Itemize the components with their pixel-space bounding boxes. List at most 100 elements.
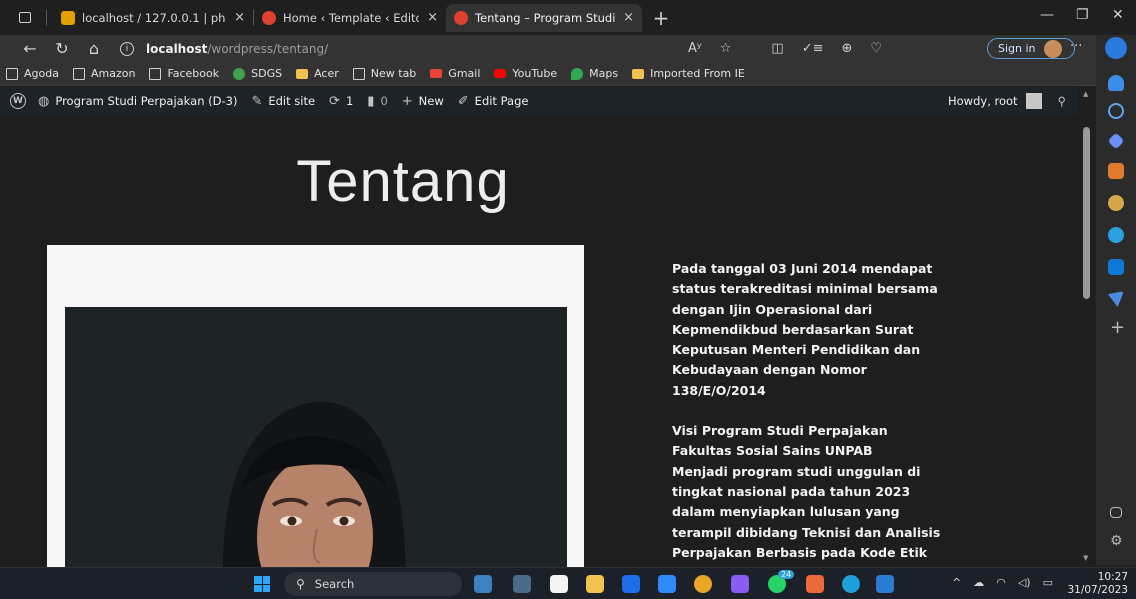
- tab-tentang[interactable]: Tentang – Program Studi Perpaja ×: [446, 3, 642, 32]
- tools-icon[interactable]: [1108, 163, 1124, 179]
- youtube-icon: [494, 69, 507, 78]
- bookmark-youtube[interactable]: YouTube: [494, 67, 557, 80]
- wordpress-logo-icon[interactable]: W: [10, 93, 26, 109]
- updates-icon: ⟳: [329, 93, 340, 109]
- office-app-icon[interactable]: [806, 575, 824, 593]
- photos-app-icon[interactable]: [474, 575, 492, 593]
- word-app-icon[interactable]: [876, 575, 894, 593]
- edit-site-link[interactable]: ✎ Edit site: [251, 94, 315, 109]
- bookmark-acer[interactable]: Acer: [296, 67, 339, 80]
- more-options-button[interactable]: ···: [1070, 39, 1082, 54]
- wifi-icon[interactable]: ◠: [996, 576, 1006, 589]
- scrollbar-thumb[interactable]: [1083, 127, 1090, 299]
- split-screen-icon[interactable]: ◫: [771, 41, 783, 56]
- clipchamp-app-icon[interactable]: [731, 575, 749, 593]
- search-icon[interactable]: ⚲: [1058, 94, 1066, 108]
- tab-title: Tentang – Program Studi Perpaja: [475, 10, 616, 25]
- bookmarks-bar: Agoda Amazon Facebook SDGS Acer New tab …: [0, 62, 1096, 86]
- bookmark-imported-from-ie[interactable]: Imported From IE: [632, 67, 745, 80]
- notifications-icon[interactable]: [1108, 75, 1124, 91]
- site-name-link[interactable]: ◍ Program Studi Perpajakan (D-3): [38, 94, 237, 109]
- favorites-icon[interactable]: ✓≡: [802, 41, 824, 56]
- calculator-app-icon[interactable]: [513, 575, 531, 593]
- media-app-icon[interactable]: [658, 575, 676, 593]
- refresh-button[interactable]: ↻: [46, 39, 78, 58]
- page-scrollbar[interactable]: ▲ ▼: [1078, 87, 1096, 565]
- sidebar-settings-icon[interactable]: ⚙: [1110, 533, 1123, 549]
- sign-in-label: Sign in: [998, 42, 1036, 55]
- new-content-link[interactable]: + New: [402, 94, 444, 109]
- tray-chevron-icon[interactable]: ^: [952, 576, 961, 589]
- bookmark-gmail[interactable]: Gmail: [430, 67, 480, 80]
- folder-icon: [296, 68, 309, 79]
- wp-admin-bar: W ◍ Program Studi Perpajakan (D-3) ✎ Edit …: [0, 87, 1078, 115]
- phpmyadmin-favicon-icon: [61, 10, 75, 25]
- restore-button[interactable]: ❐: [1076, 7, 1089, 23]
- start-button[interactable]: [254, 576, 270, 592]
- edit-page-link[interactable]: ✐ Edit Page: [458, 94, 529, 109]
- tab-phpmyadmin[interactable]: localhost / 127.0.0.1 | phpMyAdm ×: [53, 4, 253, 32]
- minimize-button[interactable]: —: [1040, 7, 1054, 23]
- bookmark-new-tab[interactable]: New tab: [352, 67, 417, 80]
- favorite-star-icon[interactable]: ☆: [720, 41, 732, 56]
- collections-icon[interactable]: ⊕: [842, 41, 853, 56]
- updates-link[interactable]: ⟳ 1: [329, 94, 353, 109]
- content-text: Pada tanggal 03 Juni 2014 mendapat statu…: [672, 259, 947, 567]
- bookmark-maps[interactable]: Maps: [571, 67, 618, 80]
- maps-icon: [571, 67, 584, 80]
- taskbar-clock[interactable]: 10:27 31/07/2023: [1067, 571, 1128, 597]
- gmail-icon: [430, 69, 443, 78]
- close-window-button[interactable]: ✕: [1112, 7, 1124, 23]
- read-aloud-icon[interactable]: Aʸ: [688, 41, 702, 56]
- clock-time: 10:27: [1097, 571, 1128, 583]
- comments-link[interactable]: ▮ 0: [367, 94, 387, 109]
- tab-home-template[interactable]: Home ‹ Template ‹ Editor ‹ Progr ×: [254, 4, 446, 32]
- new-tab-button[interactable]: +: [650, 6, 672, 30]
- taskbar-search[interactable]: ⚲ Search: [284, 572, 462, 596]
- bookmark-label: New tab: [370, 67, 417, 80]
- tab-actions-button[interactable]: [12, 5, 38, 31]
- onedrive-icon[interactable]: ☁: [973, 576, 984, 589]
- bookmark-label: YouTube: [512, 67, 558, 80]
- battery-icon[interactable]: ▭: [1043, 576, 1053, 589]
- search-placeholder: Search: [314, 577, 355, 591]
- scroll-down-icon[interactable]: ▼: [1083, 554, 1088, 562]
- bookmark-sdgs[interactable]: SDGS: [233, 67, 282, 80]
- user-avatar[interactable]: [1025, 93, 1042, 109]
- back-button[interactable]: ←: [14, 39, 46, 58]
- sdgs-icon: [233, 67, 246, 80]
- tab-close-icon[interactable]: ×: [234, 10, 245, 25]
- accreditation-paragraph: Pada tanggal 03 Juni 2014 mendapat statu…: [672, 261, 938, 398]
- edit-site-label: Edit site: [268, 94, 316, 108]
- scroll-up-icon[interactable]: ▲: [1083, 90, 1088, 98]
- shopping-tag-icon[interactable]: [1107, 132, 1125, 150]
- dropbox-app-icon[interactable]: [622, 575, 640, 593]
- games-icon[interactable]: [1108, 195, 1124, 211]
- search-icon[interactable]: [1108, 103, 1124, 119]
- amazon-app-icon[interactable]: [550, 575, 568, 593]
- send-icon[interactable]: [1108, 291, 1124, 307]
- sign-in-button[interactable]: Sign in: [987, 38, 1075, 59]
- bing-chat-icon[interactable]: [1105, 37, 1127, 59]
- hide-sidebar-icon[interactable]: [1110, 507, 1122, 518]
- file-explorer-app-icon[interactable]: [586, 575, 604, 593]
- chrome-app-icon[interactable]: [694, 575, 712, 593]
- bookmark-agoda[interactable]: Agoda: [6, 67, 59, 80]
- howdy-user-link[interactable]: Howdy, root: [948, 94, 1018, 108]
- outlook-icon[interactable]: [1108, 259, 1124, 275]
- browser-essentials-icon[interactable]: ♡: [870, 41, 882, 56]
- bookmark-amazon[interactable]: Amazon: [72, 67, 135, 80]
- brush-icon: ✎: [251, 93, 263, 109]
- tab-title: localhost / 127.0.0.1 | phpMyAdm: [82, 10, 226, 25]
- add-sidebar-app-icon[interactable]: +: [1110, 317, 1125, 338]
- edge-app-icon[interactable]: [842, 575, 860, 593]
- site-info-icon[interactable]: i: [120, 41, 134, 56]
- volume-icon[interactable]: ◁): [1018, 576, 1031, 589]
- home-button[interactable]: ⌂: [78, 39, 110, 58]
- tab-close-icon[interactable]: ×: [623, 10, 634, 25]
- bookmark-facebook[interactable]: Facebook: [149, 67, 219, 80]
- copilot-icon[interactable]: [1108, 227, 1124, 243]
- whatsapp-badge: 24: [778, 570, 795, 579]
- vision-paragraph: Menjadi program studi unggulan di tingka…: [672, 463, 941, 567]
- tab-close-icon[interactable]: ×: [427, 10, 438, 25]
